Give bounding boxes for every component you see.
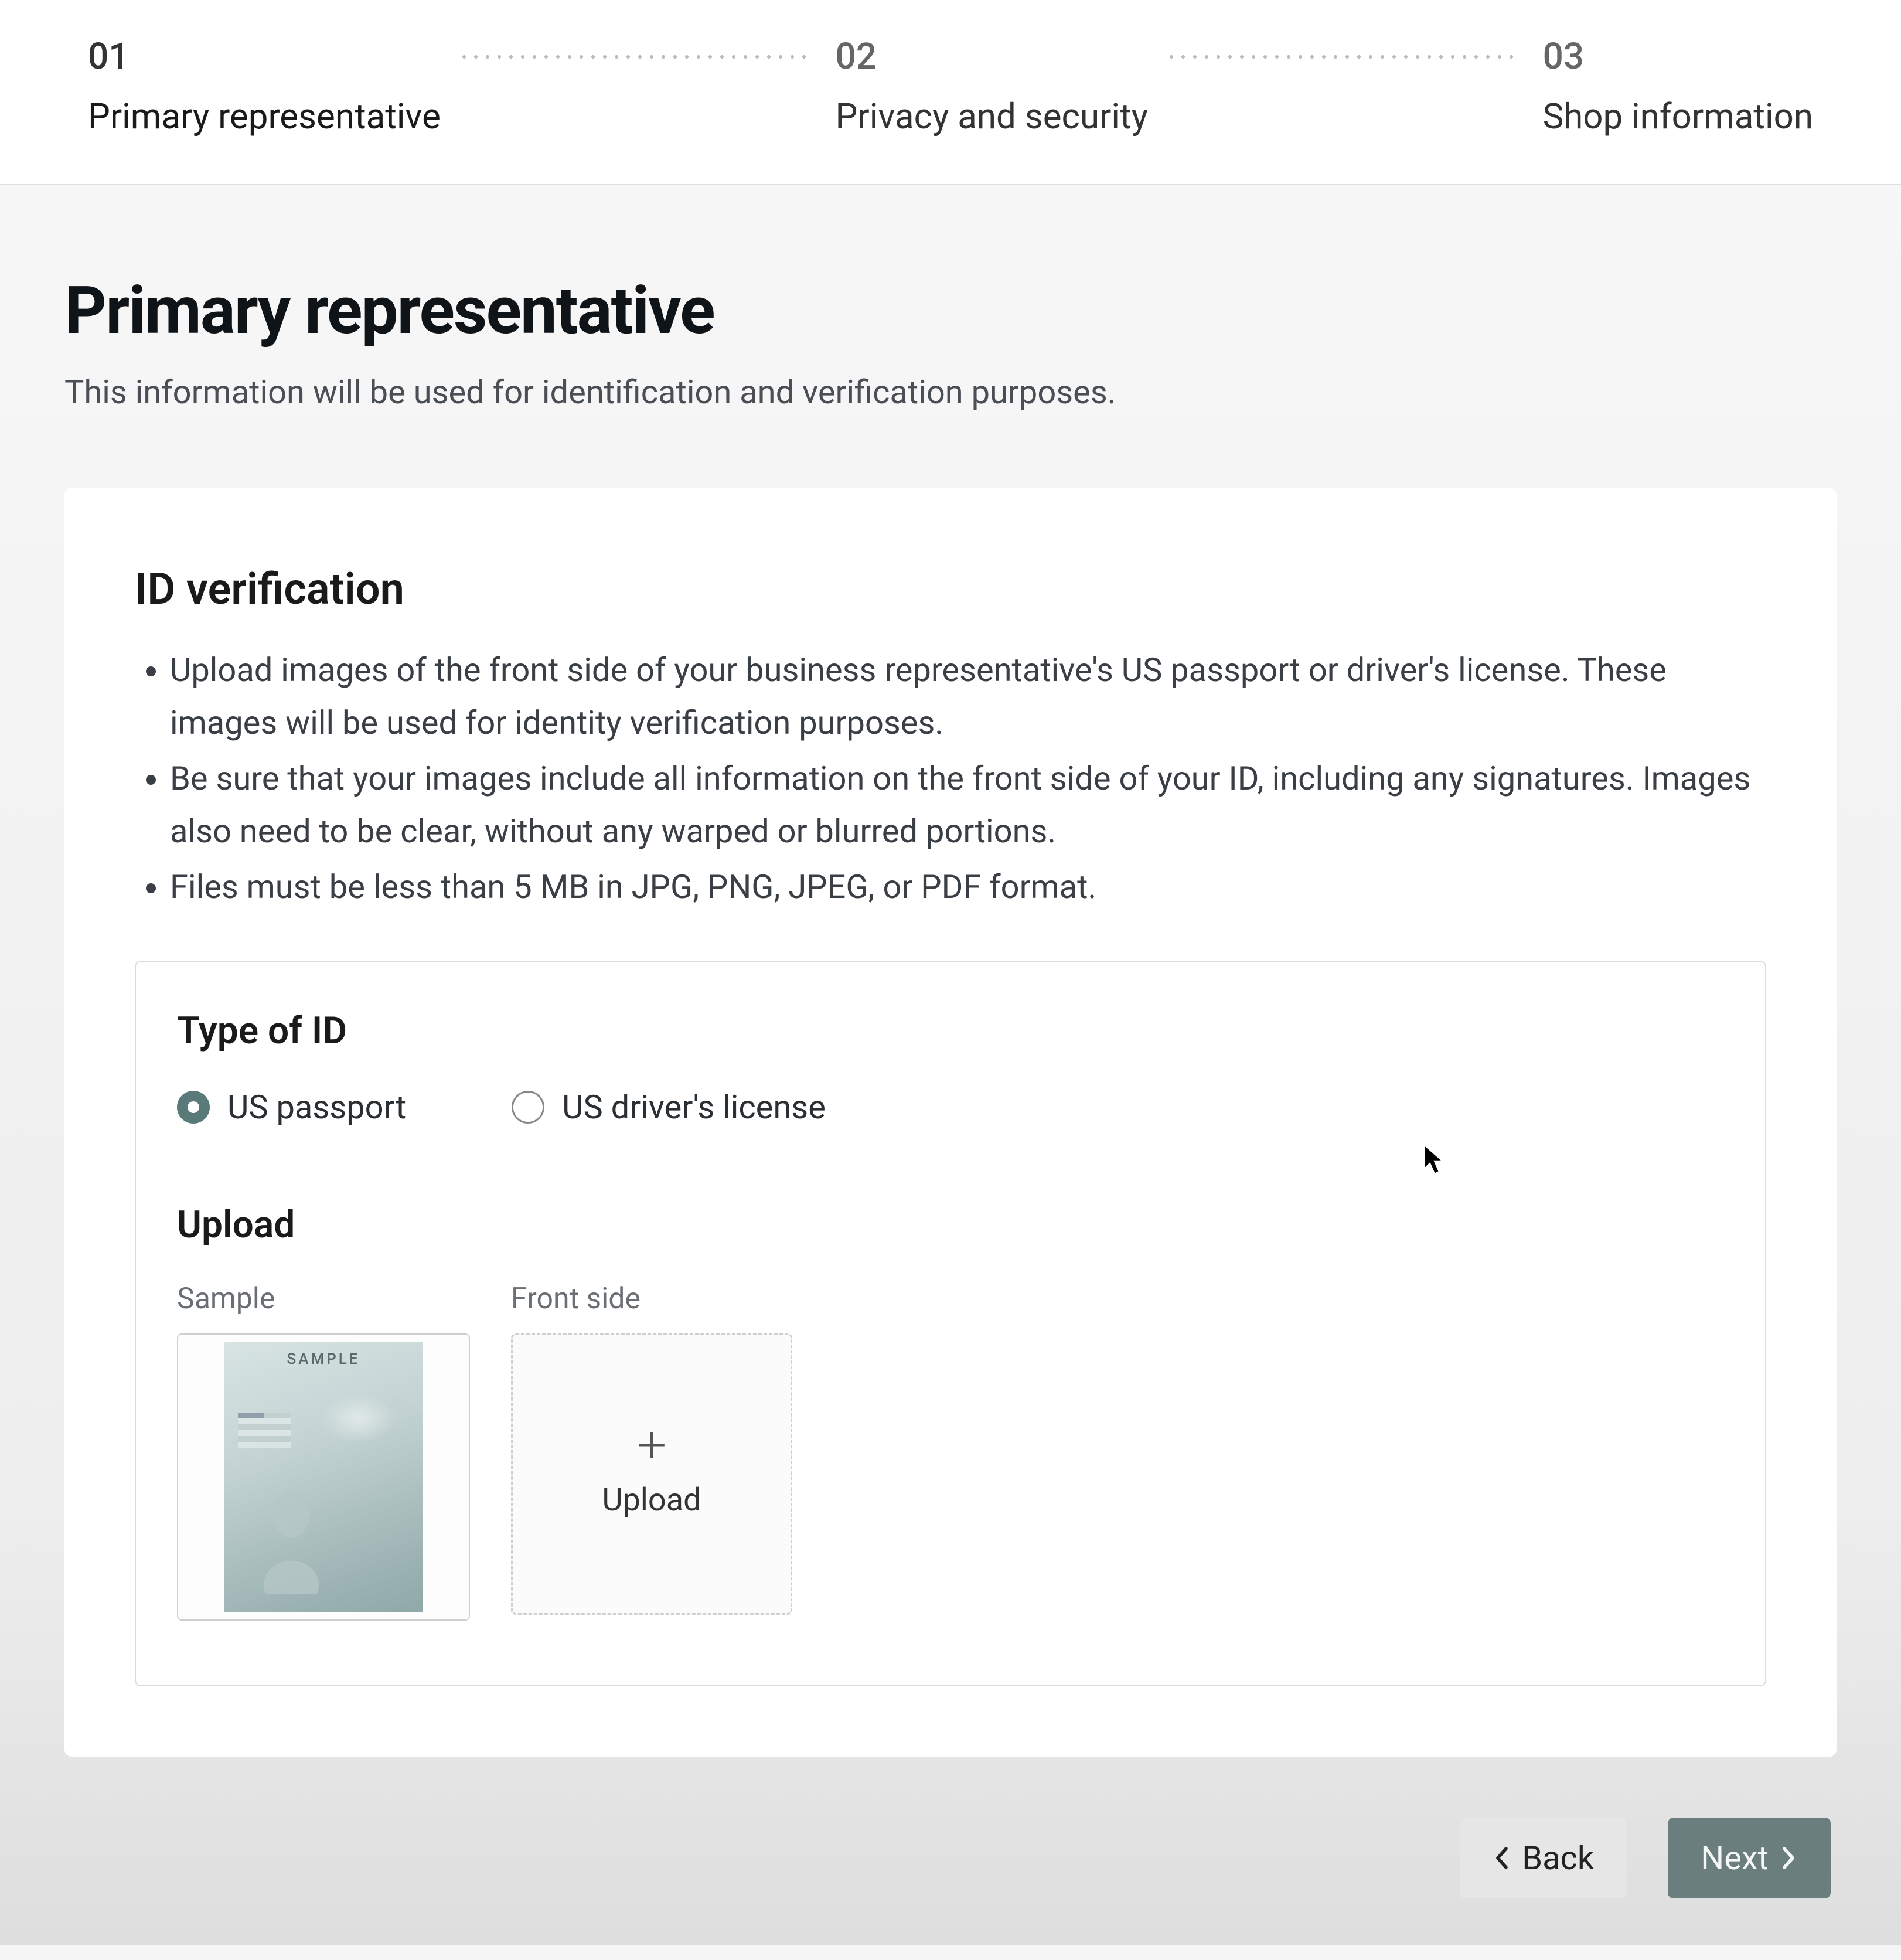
chevron-right-icon: [1780, 1846, 1798, 1870]
sample-flag-graphic: [238, 1413, 291, 1448]
upload-button-label: Upload: [602, 1482, 701, 1519]
step-3-label: Shop information: [1543, 96, 1813, 137]
id-verification-card: ID verification Upload images of the fro…: [64, 488, 1837, 1757]
stepper-divider-2: [1166, 55, 1520, 59]
id-verification-title: ID verification: [135, 564, 1766, 615]
plus-icon: ＋: [634, 1429, 669, 1464]
upload-row: Sample SAMPLE Front side ＋ Upl: [177, 1282, 1724, 1621]
step-1[interactable]: 01 Primary representative: [88, 35, 441, 137]
radio-us-passport[interactable]: US passport: [177, 1088, 406, 1127]
radio-unselected-icon: [512, 1091, 544, 1124]
main-content: Primary representative This information …: [0, 185, 1901, 1945]
bullet-1: Upload images of the front side of your …: [170, 644, 1766, 749]
step-1-label: Primary representative: [88, 96, 441, 137]
upload-front-side-button[interactable]: ＋ Upload: [511, 1333, 792, 1615]
bullet-3: Files must be less than 5 MB in JPG, PNG…: [170, 861, 1766, 914]
stepper: 01 Primary representative 02 Privacy and…: [0, 0, 1901, 185]
step-3-number: 03: [1543, 35, 1596, 78]
step-2-number: 02: [836, 35, 888, 78]
step-2[interactable]: 02 Privacy and security: [836, 35, 1148, 137]
front-side-label: Front side: [511, 1282, 792, 1316]
footer-actions: Back Next: [1460, 1818, 1831, 1898]
id-type-radio-group: US passport US driver's license: [177, 1088, 1724, 1127]
sample-image-box: SAMPLE: [177, 1333, 470, 1621]
chevron-left-icon: [1493, 1846, 1510, 1870]
bullet-2: Be sure that your images include all inf…: [170, 753, 1766, 858]
back-button-label: Back: [1522, 1839, 1594, 1877]
sample-label: Sample: [177, 1282, 470, 1316]
id-type-box: Type of ID US passport US driver's licen…: [135, 961, 1766, 1686]
page-subtitle: This information will be used for identi…: [64, 373, 1837, 411]
stepper-divider-1: [458, 55, 812, 59]
sample-tag: SAMPLE: [224, 1342, 423, 1368]
next-button-label: Next: [1701, 1839, 1769, 1877]
upload-section-label: Upload: [177, 1203, 1724, 1247]
front-side-column: Front side ＋ Upload: [511, 1282, 792, 1621]
page-title: Primary representative: [64, 273, 1837, 349]
step-1-number: 01: [88, 35, 141, 78]
back-button[interactable]: Back: [1460, 1818, 1627, 1898]
radio-us-passport-label: US passport: [227, 1088, 406, 1127]
sample-column: Sample SAMPLE: [177, 1282, 470, 1621]
sample-eagle-graphic: [306, 1377, 411, 1459]
type-of-id-label: Type of ID: [177, 1009, 1724, 1053]
radio-us-drivers-license-label: US driver's license: [562, 1088, 826, 1127]
radio-us-drivers-license[interactable]: US driver's license: [512, 1088, 826, 1127]
step-3[interactable]: 03 Shop information: [1543, 35, 1813, 137]
sample-passport-image: SAMPLE: [224, 1342, 423, 1612]
step-2-label: Privacy and security: [836, 96, 1148, 137]
id-verification-bullets: Upload images of the front side of your …: [135, 644, 1766, 914]
sample-portrait-graphic: [247, 1477, 335, 1594]
next-button[interactable]: Next: [1668, 1818, 1831, 1898]
radio-selected-icon: [177, 1091, 210, 1124]
